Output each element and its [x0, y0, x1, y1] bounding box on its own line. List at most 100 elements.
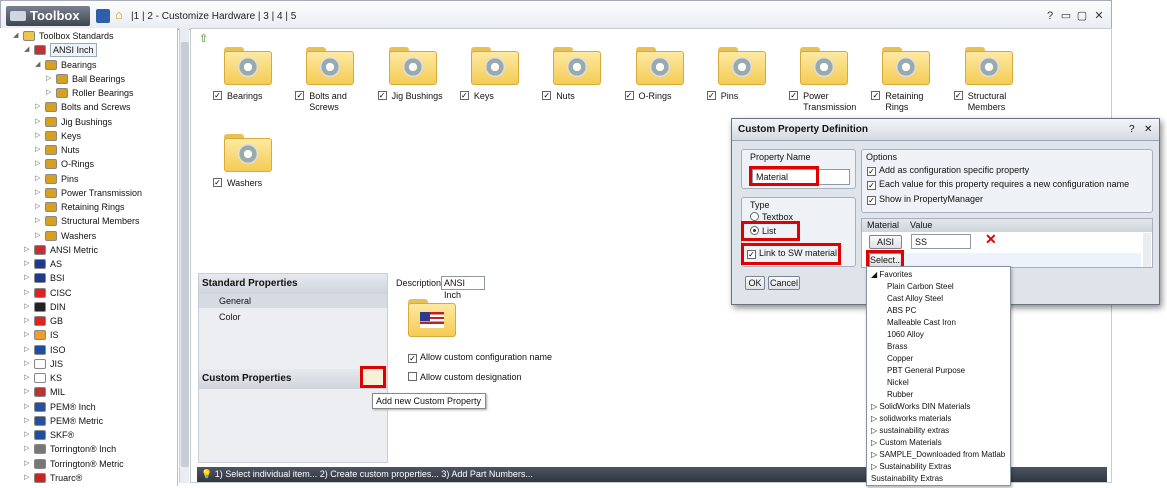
expand-arrow-icon[interactable]: ▷: [24, 314, 32, 328]
category-checkbox[interactable]: ✓ Bearings: [213, 91, 285, 102]
expand-arrow-icon[interactable]: ◢: [13, 29, 21, 43]
material-list-item[interactable]: ◢ Favorites: [871, 269, 912, 281]
expand-arrow-icon[interactable]: ▷: [24, 457, 32, 471]
option-new-config[interactable]: ✓ Each value for this property requires a…: [867, 179, 1129, 190]
category-checkbox[interactable]: ✓ Retaining Rings: [871, 91, 943, 113]
scroll-thumb[interactable]: [181, 42, 189, 467]
expand-arrow-icon[interactable]: ▷: [24, 343, 32, 357]
dialog-close-icon[interactable]: ✕: [1144, 124, 1152, 135]
category-checkbox[interactable]: ✓ Pins: [706, 91, 779, 102]
material-dropdown[interactable]: ◢ Favorites Plain Carbon Steel Cast Alloy …: [866, 266, 1011, 486]
expand-arrow-icon[interactable]: ▷: [35, 115, 43, 129]
general-item[interactable]: General: [219, 296, 251, 306]
material-list-item[interactable]: Brass: [887, 341, 907, 353]
category-checkbox[interactable]: ✓ Power Transmission: [789, 91, 861, 113]
category-checkbox[interactable]: ✓ O-Rings: [624, 91, 697, 102]
add-custom-property-button[interactable]: [360, 366, 386, 388]
color-item[interactable]: Color: [219, 312, 241, 322]
ok-button[interactable]: OK: [745, 276, 765, 290]
key-icon[interactable]: [470, 45, 519, 85]
expand-arrow-icon[interactable]: ▷: [24, 371, 32, 385]
material-list-item[interactable]: ▷ Custom Materials: [871, 437, 942, 449]
ring-icon[interactable]: [882, 45, 931, 85]
material-list-item[interactable]: Copper: [887, 353, 913, 365]
beam-icon[interactable]: [964, 45, 1013, 85]
pin-icon[interactable]: [717, 45, 766, 85]
dialog-help-icon[interactable]: ?: [1129, 124, 1135, 135]
expand-arrow-icon[interactable]: ◢: [35, 58, 43, 72]
expand-arrow-icon[interactable]: ▷: [35, 143, 43, 157]
expand-arrow-icon[interactable]: ▷: [24, 428, 32, 442]
expand-arrow-icon[interactable]: ▷: [24, 400, 32, 414]
breadcrumb[interactable]: |1 | 2 - Customize Hardware | 3 | 4 | 5: [131, 11, 296, 22]
category-checkbox[interactable]: ✓ Washers: [213, 178, 285, 189]
save-icon[interactable]: [96, 9, 110, 23]
expand-arrow-icon[interactable]: ▷: [24, 471, 32, 485]
material-list-item[interactable]: ▷ Sustainability Extras: [871, 461, 951, 473]
material-list-item[interactable]: Plain Carbon Steel: [887, 281, 954, 293]
option-show-pm[interactable]: ✓ Show in PropertyManager: [867, 194, 983, 205]
expand-arrow-icon[interactable]: ▷: [35, 172, 43, 186]
expand-arrow-icon[interactable]: ◢: [24, 43, 32, 57]
expand-arrow-icon[interactable]: ▷: [24, 257, 32, 271]
minimize-icon[interactable]: ▭: [1059, 9, 1073, 23]
expand-arrow-icon[interactable]: ▷: [35, 157, 43, 171]
close-icon[interactable]: ✕: [1092, 9, 1106, 23]
material-list-item[interactable]: Cast Alloy Steel: [887, 293, 943, 305]
expand-arrow-icon[interactable]: ▷: [35, 100, 43, 114]
expand-arrow-icon[interactable]: ▷: [46, 72, 54, 86]
material-list-item[interactable]: ▷ SAMPLE_Downloaded from Matlab: [871, 449, 1005, 461]
material-list-item[interactable]: PBT General Purpose: [887, 365, 965, 377]
expand-arrow-icon[interactable]: ▷: [24, 385, 32, 399]
value-cell[interactable]: SS: [911, 234, 971, 249]
expand-arrow-icon[interactable]: ▷: [24, 300, 32, 314]
category-checkbox[interactable]: ✓ Bolts and Screws: [295, 91, 367, 113]
expand-arrow-icon[interactable]: ▷: [24, 414, 32, 428]
allow-config-checkbox[interactable]: ✓ Allow custom configuration name: [408, 352, 552, 363]
allow-designation-checkbox[interactable]: Allow custom designation: [408, 372, 522, 382]
bearing-icon[interactable]: [224, 45, 272, 85]
material-list-item[interactable]: ▷ solidworks materials: [871, 413, 951, 425]
nut-icon[interactable]: [553, 45, 602, 85]
table-scrollbar[interactable]: [1143, 233, 1151, 267]
expand-arrow-icon[interactable]: ▷: [24, 328, 32, 342]
expand-arrow-icon[interactable]: ▷: [24, 271, 32, 285]
bushing-icon[interactable]: [388, 45, 437, 85]
category-checkbox[interactable]: ✓ Keys: [459, 91, 532, 102]
material-list-item[interactable]: ABS PC: [887, 305, 916, 317]
option-config-specific[interactable]: ✓ Add as configuration specific property: [867, 165, 1029, 176]
home-icon[interactable]: ⌂: [115, 8, 129, 23]
tree-scrollbar[interactable]: [179, 28, 189, 483]
material-list-item[interactable]: Rubber: [887, 389, 913, 401]
delete-row-icon[interactable]: ✕: [985, 231, 997, 248]
category-checkbox[interactable]: ✓ Jig Bushings: [377, 91, 450, 102]
expand-arrow-icon[interactable]: ▷: [46, 86, 54, 100]
bolt-icon[interactable]: [306, 45, 355, 85]
expand-arrow-icon[interactable]: ▷: [35, 214, 43, 228]
material-list-item[interactable]: Nickel: [887, 377, 909, 389]
description-field[interactable]: ANSI Inch: [441, 276, 485, 300]
standards-tree[interactable]: ◢ Toolbox Standards ◢ ANSI Inch ◢ Bearings ▷ Ba…: [0, 28, 178, 486]
maximize-icon[interactable]: ▢: [1075, 9, 1089, 23]
washer-icon[interactable]: [224, 132, 272, 172]
up-folder-icon[interactable]: ⇧: [199, 32, 208, 45]
expand-arrow-icon[interactable]: ▷: [35, 200, 43, 214]
category-checkbox[interactable]: ✓ Nuts: [542, 91, 614, 102]
material-list-item[interactable]: 1060 Alloy: [887, 329, 924, 341]
material-list-item[interactable]: Sustainability Extras: [871, 473, 943, 485]
cancel-button[interactable]: Cancel: [768, 276, 800, 290]
material-list-item[interactable]: ▷ sustainability extras: [871, 425, 949, 437]
expand-arrow-icon[interactable]: ▷: [24, 243, 32, 257]
category-checkbox[interactable]: ✓ Structural Members: [953, 91, 1026, 113]
help-icon[interactable]: ?: [1043, 9, 1057, 23]
gear-icon[interactable]: [800, 45, 849, 85]
expand-arrow-icon[interactable]: ▷: [24, 357, 32, 371]
material-cell[interactable]: AISI Typ: [869, 235, 902, 259]
material-list-item[interactable]: Malleable Cast Iron: [887, 317, 956, 329]
expand-arrow-icon[interactable]: ▷: [24, 442, 32, 456]
expand-arrow-icon[interactable]: ▷: [35, 129, 43, 143]
expand-arrow-icon[interactable]: ▷: [35, 229, 43, 243]
expand-arrow-icon[interactable]: ▷: [35, 186, 43, 200]
material-list-item[interactable]: ▷ SolidWorks DIN Materials: [871, 401, 970, 413]
expand-arrow-icon[interactable]: ▷: [24, 286, 32, 300]
